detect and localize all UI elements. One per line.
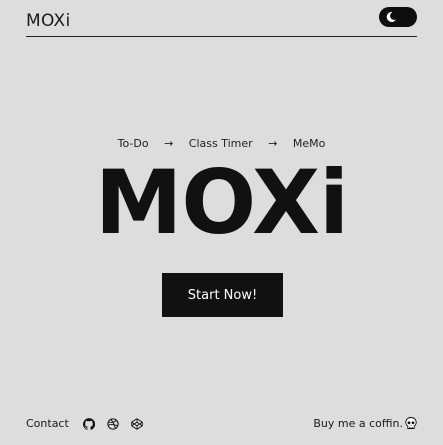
top-bar: MOXi: [26, 0, 417, 37]
support-label: Buy me a coffin.: [313, 417, 403, 430]
footer-links: Contact: [26, 417, 155, 430]
hero-title: MOXi: [94, 151, 349, 254]
brand-logo[interactable]: MOXi: [26, 11, 71, 31]
buy-me-coffee-link[interactable]: Buy me a coffin.: [313, 417, 417, 430]
nav-item-todo[interactable]: To-Do: [118, 137, 149, 150]
skull-icon: [405, 417, 417, 429]
arrow-right-icon: →: [164, 137, 174, 150]
theme-toggle[interactable]: [379, 7, 417, 27]
feature-nav: To-Do → Class Timer → MeMo: [0, 137, 443, 150]
moon-icon: [386, 11, 396, 22]
arrow-right-icon: →: [268, 137, 278, 150]
codepen-icon[interactable]: [131, 417, 143, 430]
nav-item-class-timer[interactable]: Class Timer: [189, 137, 253, 150]
start-now-button[interactable]: Start Now!: [162, 273, 283, 317]
nav-item-memo[interactable]: MeMo: [293, 137, 325, 150]
dribbble-icon[interactable]: [107, 417, 119, 430]
contact-link[interactable]: Contact: [26, 417, 69, 430]
github-icon[interactable]: [82, 417, 95, 430]
